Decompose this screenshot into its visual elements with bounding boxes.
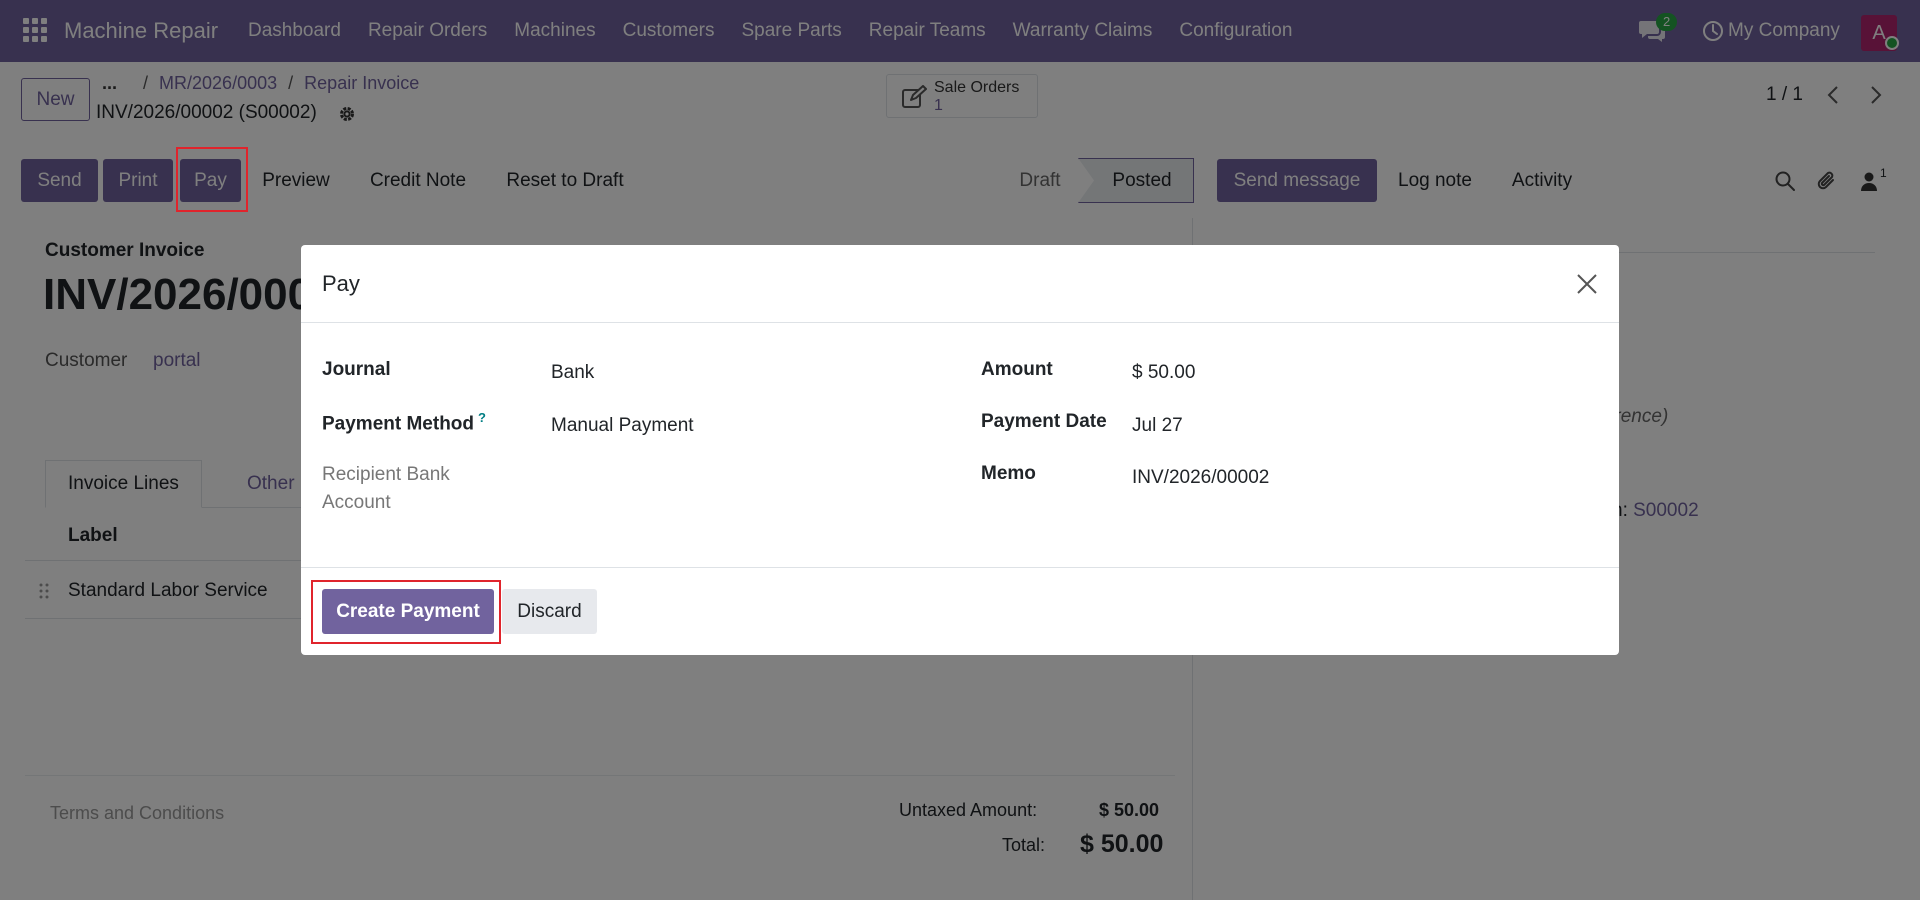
pay-button-highlight [176,147,248,212]
dialog-title: Pay [322,271,360,296]
memo-label: Memo [981,463,1036,484]
journal-label: Journal [322,359,391,380]
payment-date-label: Payment Date [981,411,1107,432]
memo-field[interactable]: INV/2026/00002 [1132,467,1269,489]
amount-field[interactable]: $ 50.00 [1132,362,1195,384]
payment-method-label-text: Payment Method [322,413,475,435]
create-payment-highlight [311,580,501,644]
amount-label: Amount [981,359,1053,380]
payment-method-label: Payment Method? [322,410,486,435]
discard-button[interactable]: Discard [502,589,597,634]
close-icon[interactable] [1575,272,1599,296]
journal-field[interactable]: Bank [551,362,594,384]
help-tooltip-icon[interactable]: ? [478,410,486,425]
dialog-header: Pay [301,245,1619,323]
recipient-bank-account-label: Recipient Bank Account [322,464,450,513]
dialog-footer-divider [301,567,1619,568]
payment-date-field[interactable]: Jul 27 [1132,415,1183,437]
payment-method-field[interactable]: Manual Payment [551,415,694,437]
